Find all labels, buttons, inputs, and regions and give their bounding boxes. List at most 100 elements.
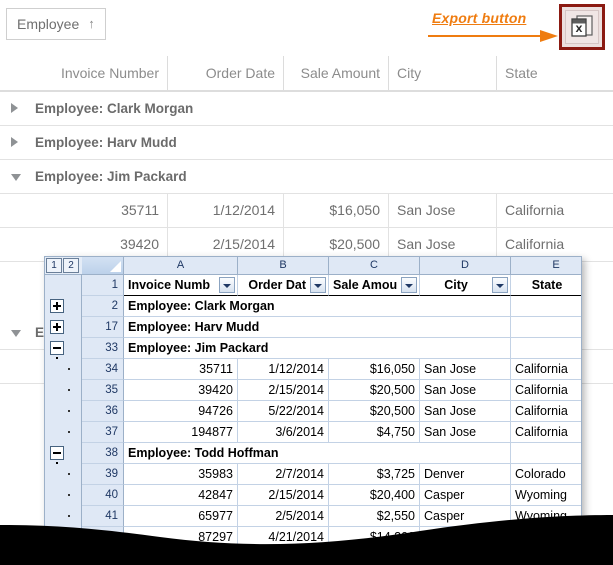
excel-cell-state[interactable] [511, 548, 582, 552]
excel-cell-order-date[interactable]: 2/5/2014 [238, 506, 329, 527]
excel-row-header[interactable]: 33 [82, 338, 124, 359]
outline-collapse-button[interactable] [50, 446, 64, 460]
excel-cell-sale-amount[interactable]: $20,400 [329, 485, 420, 506]
excel-cell-empty[interactable] [511, 296, 582, 317]
excel-cell-state[interactable]: Colorado [511, 464, 582, 485]
grid-group-row[interactable]: Employee: Clark Morgan [0, 92, 613, 126]
export-button[interactable]: X [559, 4, 605, 50]
excel-cell-state[interactable]: California [511, 380, 582, 401]
excel-header-state[interactable]: State [511, 275, 582, 296]
excel-cell-state[interactable]: Wyoming [511, 527, 582, 548]
excel-cell-city[interactable]: San Jose [420, 359, 511, 380]
excel-window[interactable]: 1 2 A B C D E 1 Invoice Numb Order Dat S… [44, 256, 582, 552]
excel-cell-order-date[interactable]: 2/15/2014 [238, 485, 329, 506]
excel-row-header[interactable]: 39 [82, 464, 124, 485]
excel-header-city[interactable]: City [420, 275, 511, 296]
excel-column-header-d[interactable]: D [420, 257, 511, 274]
excel-cell-sale-amount[interactable]: $20,500 [329, 380, 420, 401]
column-header-sale-amount[interactable]: Sale Amount [284, 56, 389, 90]
column-header-city[interactable]: City [389, 56, 497, 90]
excel-cell-invoice-number[interactable]: 35711 [124, 359, 238, 380]
chevron-down-icon[interactable] [11, 330, 21, 337]
outline-level-buttons[interactable]: 1 2 [46, 258, 81, 274]
excel-cell-state[interactable]: California [511, 401, 582, 422]
excel-group-row-label[interactable]: Employee: Jim Packard [124, 338, 420, 359]
excel-column-header-c[interactable]: C [329, 257, 420, 274]
excel-group-row-label[interactable]: Employee: Clark Morgan [124, 296, 420, 317]
excel-cell-order-date[interactable]: 3/6/2014 [238, 422, 329, 443]
excel-row-header[interactable]: 37 [82, 422, 124, 443]
excel-cell-state[interactable]: California [511, 422, 582, 443]
excel-cell-sale-amount[interactable] [329, 548, 420, 552]
grid-group-row[interactable]: Employee: Jim Packard [0, 160, 613, 194]
column-header-order-date[interactable]: Order Date [168, 56, 284, 90]
excel-cell-order-date[interactable]: 1/12/2014 [238, 359, 329, 380]
excel-cell-sale-amount[interactable]: $2,550 [329, 506, 420, 527]
outline-level-2-button[interactable]: 2 [63, 258, 79, 273]
excel-cell-city[interactable]: Casper [420, 527, 511, 548]
excel-row-header[interactable]: 1 [82, 275, 124, 296]
excel-cell-empty[interactable] [420, 443, 511, 464]
group-chip-employee[interactable]: Employee ↑ [6, 8, 106, 40]
excel-group-row-label[interactable]: Employee: Todd Hoffman [124, 443, 420, 464]
excel-cell-sale-amount[interactable]: $14,200 [329, 527, 420, 548]
excel-cell-city[interactable]: Casper [420, 485, 511, 506]
excel-cell-empty[interactable] [420, 338, 511, 359]
excel-cell-order-date[interactable] [238, 548, 329, 552]
excel-cell-city[interactable]: San Jose [420, 380, 511, 401]
excel-cell-empty[interactable] [511, 317, 582, 338]
filter-dropdown-button[interactable] [310, 277, 326, 293]
excel-cell-empty[interactable] [420, 317, 511, 338]
excel-row-header[interactable]: 41 [82, 506, 124, 527]
excel-cell-invoice-number[interactable]: 39420 [124, 380, 238, 401]
excel-row-header[interactable]: 36 [82, 401, 124, 422]
excel-row-header[interactable]: 2 [82, 296, 124, 317]
outline-expand-button[interactable] [50, 299, 64, 313]
excel-row-header[interactable]: 34 [82, 359, 124, 380]
outline-collapse-button[interactable] [50, 341, 64, 355]
excel-cell-order-date[interactable]: 2/15/2014 [238, 380, 329, 401]
excel-row-header[interactable] [82, 548, 124, 552]
excel-cell-empty[interactable] [511, 338, 582, 359]
excel-cell-city[interactable]: Casper [420, 506, 511, 527]
excel-cell-city[interactable]: Denver [420, 464, 511, 485]
excel-cell-invoice-number[interactable] [124, 548, 238, 552]
select-all-corner-button[interactable] [82, 257, 124, 274]
excel-group-row-label[interactable]: Employee: Harv Mudd [124, 317, 420, 338]
excel-cell-order-date[interactable]: 5/22/2014 [238, 401, 329, 422]
column-header-invoice-number[interactable]: Invoice Number [0, 56, 168, 90]
excel-cell-city[interactable]: San Jose [420, 422, 511, 443]
excel-cell-city[interactable] [420, 548, 511, 552]
excel-row-header[interactable]: 38 [82, 443, 124, 464]
chevron-right-icon[interactable] [11, 103, 18, 113]
excel-row-header[interactable]: 17 [82, 317, 124, 338]
excel-cell-invoice-number[interactable]: 35983 [124, 464, 238, 485]
excel-cell-invoice-number[interactable]: 65977 [124, 506, 238, 527]
excel-row-header[interactable]: 35 [82, 380, 124, 401]
excel-cell-empty[interactable] [511, 443, 582, 464]
excel-cell-city[interactable]: San Jose [420, 401, 511, 422]
filter-dropdown-button[interactable] [492, 277, 508, 293]
filter-dropdown-button[interactable] [219, 277, 235, 293]
excel-cell-state[interactable]: Wyoming [511, 506, 582, 527]
outline-expand-button[interactable] [50, 320, 64, 334]
excel-header-sale-amount[interactable]: Sale Amou [329, 275, 420, 296]
excel-column-header-b[interactable]: B [238, 257, 329, 274]
excel-header-order-date[interactable]: Order Dat [238, 275, 329, 296]
outline-level-1-button[interactable]: 1 [46, 258, 62, 273]
excel-cell-empty[interactable] [420, 296, 511, 317]
excel-column-header-e[interactable]: E [511, 257, 582, 274]
excel-cell-sale-amount[interactable]: $16,050 [329, 359, 420, 380]
grid-data-row[interactable]: 35711 1/12/2014 $16,050 San Jose Califor… [0, 194, 613, 228]
excel-cell-invoice-number[interactable]: 94726 [124, 401, 238, 422]
excel-row-header[interactable]: 40 [82, 485, 124, 506]
excel-header-invoice-number[interactable]: Invoice Numb [124, 275, 238, 296]
excel-cell-invoice-number[interactable]: 194877 [124, 422, 238, 443]
chevron-right-icon[interactable] [11, 137, 18, 147]
grid-group-row[interactable]: Employee: Harv Mudd [0, 126, 613, 160]
excel-cell-sale-amount[interactable]: $4,750 [329, 422, 420, 443]
excel-cell-sale-amount[interactable]: $3,725 [329, 464, 420, 485]
column-header-state[interactable]: State [497, 56, 613, 90]
excel-row-header[interactable]: 42 [82, 527, 124, 548]
excel-cell-invoice-number[interactable]: 87297 [124, 527, 238, 548]
